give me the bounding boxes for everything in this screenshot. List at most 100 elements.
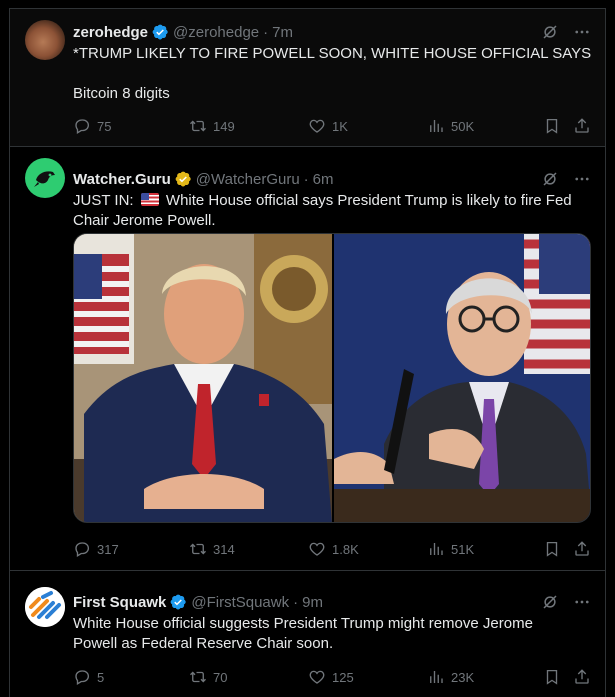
verified-badge-icon [175,171,191,187]
bookmark-icon [546,669,558,685]
like-button[interactable]: 1.8K [308,540,359,558]
views-count: 23K [451,669,475,685]
reply-count: 75 [97,118,112,134]
tweet-header: First Squawk @FirstSquawk · 9m [73,592,323,612]
bookmark-icon [546,541,558,557]
display-name[interactable]: zerohedge [73,24,148,41]
views-button[interactable]: 51K [427,540,474,558]
retweet-icon [190,543,206,555]
timeline: zerohedge @zerohedge · 7m *TRUMP LIKELY … [9,8,606,697]
retweet-button[interactable]: 70 [189,668,227,686]
retweet-icon [190,120,206,132]
reply-button[interactable]: 317 [73,540,119,558]
share-icon [575,669,589,684]
retweet-count: 149 [213,118,235,134]
share-icon [575,541,589,556]
photo-powell-illustration [334,234,590,522]
grok-icon[interactable] [541,170,559,188]
tweet-text-line: Powell as Federal Reserve Chair soon. [73,635,334,652]
bookmark-button[interactable] [543,117,561,135]
verified-badge-icon [170,594,187,610]
us-flag-icon [140,193,159,206]
more-icon[interactable] [573,23,591,41]
like-icon [309,542,325,556]
like-count: 1K [332,118,348,134]
views-icon [430,120,443,132]
avatar[interactable] [25,20,65,60]
tweet[interactable]: Watcher.Guru @WatcherGuru · 6m JUST IN: … [10,147,605,571]
tweet-header: Watcher.Guru @WatcherGuru · 6m [73,169,334,189]
tweet-text-line: White House official suggests President … [73,615,533,632]
tweet-actions: 317 314 1.8K 51K [73,539,593,559]
tweet-header-icons [541,170,591,188]
tweet-text-line: JUST IN: White House official says Presi… [73,191,593,211]
tweet[interactable]: First Squawk @FirstSquawk · 9m White Hou… [10,571,605,697]
like-button[interactable]: 1K [308,117,348,135]
retweet-icon [190,671,206,683]
timestamp[interactable]: 7m [272,24,293,41]
tweet-header: zerohedge @zerohedge · 7m [73,22,293,42]
reply-count: 5 [97,669,105,685]
timestamp[interactable]: 6m [313,171,334,188]
tweet[interactable]: zerohedge @zerohedge · 7m *TRUMP LIKELY … [10,9,605,147]
share-button[interactable] [573,668,591,686]
handle[interactable]: @zerohedge [173,24,259,41]
tweet-media[interactable] [73,233,591,523]
views-icon [430,671,443,683]
views-count: 51K [451,541,475,557]
retweet-button[interactable]: 149 [189,117,235,135]
separator: · [303,170,309,188]
timestamp[interactable]: 9m [302,594,323,611]
first-squawk-logo-icon [25,587,65,627]
tweet-actions: 5 70 125 23K [73,667,593,687]
reply-button[interactable]: 5 [73,668,104,686]
views-count: 50K [451,118,475,134]
reply-button[interactable]: 75 [73,117,111,135]
more-icon[interactable] [573,593,591,611]
handle[interactable]: @WatcherGuru [196,171,300,188]
watcher-guru-logo-icon [34,171,55,187]
tweet-text-line-content: White House official says President Trum… [165,192,572,209]
like-count: 1.8K [332,541,359,557]
share-button[interactable] [573,117,591,135]
tweet-text-line: Chair Jerome Powell. [73,212,216,229]
views-icon [430,543,443,555]
like-button[interactable]: 125 [308,668,354,686]
photo-powell[interactable] [334,234,590,522]
tweet-text-line: *TRUMP LIKELY TO FIRE POWELL SOON, WHITE… [73,45,592,62]
share-button[interactable] [573,540,591,558]
tweet-text-line: Bitcoin 8 digits [73,85,170,102]
bookmark-icon [546,118,558,134]
tweet-header-icons [541,593,591,611]
like-count: 125 [332,669,354,685]
retweet-count: 314 [213,541,235,557]
separator: · [263,23,269,41]
avatar[interactable] [25,587,65,627]
tweet-prefix: JUST IN: [73,192,134,209]
more-icon[interactable] [573,170,591,188]
bookmark-button[interactable] [543,540,561,558]
tweet-header-icons [541,23,591,41]
bookmark-button[interactable] [543,668,561,686]
verified-badge-icon [152,24,168,40]
display-name[interactable]: Watcher.Guru [73,171,171,188]
tweet-actions: 75 149 1K 50K [73,116,593,136]
photo-trump[interactable] [74,234,332,522]
grok-icon[interactable] [541,593,559,611]
reply-icon [75,542,90,557]
grok-icon[interactable] [541,23,559,41]
tweet-text: *TRUMP LIKELY TO FIRE POWELL SOON, WHITE… [73,44,593,104]
photo-trump-illustration [74,234,332,522]
display-name[interactable]: First Squawk [73,594,166,611]
reply-count: 317 [97,541,119,557]
like-icon [309,670,325,684]
reply-icon [75,119,90,134]
views-button[interactable]: 50K [427,117,474,135]
like-icon [309,119,325,133]
avatar[interactable] [25,158,65,198]
retweet-button[interactable]: 314 [189,540,235,558]
views-button[interactable]: 23K [427,668,474,686]
handle[interactable]: @FirstSquawk [191,594,289,611]
reply-icon [75,670,90,685]
share-icon [575,118,589,133]
